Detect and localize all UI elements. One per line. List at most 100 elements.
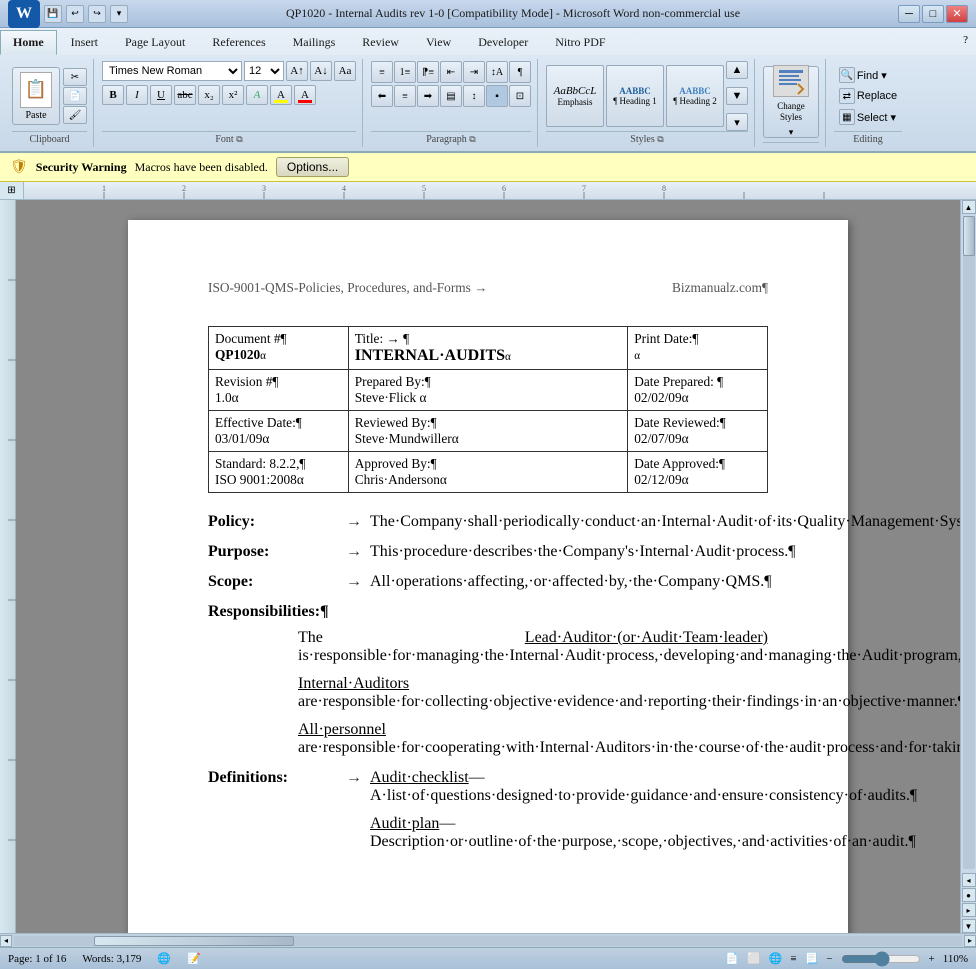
tab-references[interactable]: References <box>199 30 278 55</box>
paragraph-dialog-launcher[interactable]: ⧉ <box>469 134 475 144</box>
shrink-font-button[interactable]: A↓ <box>310 61 332 81</box>
minimize-button[interactable]: ─ <box>898 5 920 23</box>
numbering-button[interactable]: 1≡ <box>394 61 416 83</box>
tab-nitro[interactable]: Nitro PDF <box>542 30 618 55</box>
highlight-button[interactable]: A <box>270 85 292 105</box>
font-color-button[interactable]: A <box>294 85 316 105</box>
save-quick-btn[interactable]: 💾 <box>44 5 62 23</box>
superscript-button[interactable]: x² <box>222 85 244 105</box>
style-heading1-label: ¶ Heading 1 <box>613 96 657 106</box>
styles-scroll-up[interactable]: ▲ <box>726 61 748 79</box>
increase-indent-button[interactable]: ⇥ <box>463 61 485 83</box>
styles-scroll-down[interactable]: ▼ <box>726 87 748 105</box>
zoom-plus[interactable]: + <box>929 953 935 965</box>
select-button[interactable]: ▦ Select ▾ <box>835 107 901 127</box>
hscroll-left[interactable]: ◂ <box>0 935 12 947</box>
hscroll-thumb[interactable] <box>94 936 294 946</box>
bullets-button[interactable]: ≡ <box>371 61 393 83</box>
tab-insert[interactable]: Insert <box>58 30 111 55</box>
next-page-button[interactable]: ▸ <box>962 903 976 917</box>
horizontal-scrollbar[interactable]: ◂ ▸ <box>0 933 976 947</box>
maximize-button[interactable]: □ <box>922 5 944 23</box>
doc-info-table: Document #¶ QP1020α Title: → ¶ INTERNAL·… <box>208 326 768 493</box>
grow-font-button[interactable]: A↑ <box>286 61 308 81</box>
ribbon-content: 📋 Paste ✂ 📄 🖌 Clipboard Times <box>0 55 976 151</box>
multilevel-button[interactable]: ⁋≡ <box>417 61 439 83</box>
select-browse-button[interactable]: ● <box>962 888 976 902</box>
cut-button[interactable]: ✂ <box>63 68 87 86</box>
style-heading2[interactable]: AABBC ¶ Heading 2 <box>666 65 724 127</box>
text-effects-button[interactable]: A <box>246 85 268 105</box>
scroll-down-button[interactable]: ▼ <box>962 919 976 933</box>
align-right-button[interactable]: ➡ <box>417 85 439 107</box>
corner-button[interactable]: ⊞ <box>0 182 24 200</box>
justify-button[interactable]: ▤ <box>440 85 462 107</box>
view-web-btn[interactable]: 🌐 <box>769 952 783 965</box>
zoom-slider[interactable] <box>841 953 921 965</box>
show-marks-button[interactable]: ¶ <box>509 61 531 83</box>
document-page: ISO-9001-QMS-Policies, Procedures, and-F… <box>128 220 848 933</box>
paste-icon: 📋 <box>20 72 52 108</box>
font-dialog-launcher[interactable]: ⧉ <box>236 134 242 144</box>
align-left-button[interactable]: ⬅ <box>371 85 393 107</box>
style-emphasis[interactable]: AaBbCcL Emphasis <box>546 65 604 127</box>
view-draft-btn[interactable]: 📃 <box>805 952 819 965</box>
view-outline-btn[interactable]: ≡ <box>790 953 796 965</box>
tab-page-layout[interactable]: Page Layout <box>112 30 198 55</box>
align-center-button[interactable]: ≡ <box>394 85 416 107</box>
tab-home[interactable]: Home <box>0 30 57 55</box>
tab-developer[interactable]: Developer <box>465 30 541 55</box>
view-print-btn[interactable]: 📄 <box>725 952 739 965</box>
copy-button[interactable]: 📄 <box>63 87 87 105</box>
border-button[interactable]: ⊡ <box>509 85 531 107</box>
options-button[interactable]: Options... <box>276 157 349 177</box>
select-label: Select ▾ <box>857 111 896 124</box>
italic-button[interactable]: I <box>126 85 148 105</box>
change-case-button[interactable]: Aa <box>334 61 356 81</box>
scroll-thumb[interactable] <box>963 216 975 256</box>
format-painter-button[interactable]: 🖌 <box>63 106 87 124</box>
font-size-select[interactable]: 12 <box>244 61 284 81</box>
tab-review[interactable]: Review <box>349 30 412 55</box>
document-area[interactable]: ISO-9001-QMS-Policies, Procedures, and-F… <box>16 200 960 933</box>
vertical-scrollbar[interactable]: ▲ ◂ ● ▸ ▼ <box>960 200 976 933</box>
change-styles-label: ChangeStyles <box>777 101 805 123</box>
sort-button[interactable]: ↕A <box>486 61 508 83</box>
underline-button[interactable]: U <box>150 85 172 105</box>
strikethrough-button[interactable]: abc <box>174 85 196 105</box>
replace-button[interactable]: ⇄ Replace <box>835 86 901 106</box>
style-heading1[interactable]: AABBC ¶ Heading 1 <box>606 65 664 127</box>
prev-page-button[interactable]: ◂ <box>962 873 976 887</box>
scroll-track[interactable] <box>963 216 975 869</box>
track-changes-icon[interactable]: 📝 <box>187 952 201 965</box>
tab-mailings[interactable]: Mailings <box>280 30 349 55</box>
table-cell: Effective Date:¶03/01/09α <box>209 411 349 452</box>
paste-button[interactable]: 📋 Paste <box>12 67 60 125</box>
close-button[interactable]: ✕ <box>946 5 968 23</box>
find-button[interactable]: 🔍 Find ▾ <box>835 65 901 85</box>
subscript-button[interactable]: x₂ <box>198 85 220 105</box>
scroll-up-button[interactable]: ▲ <box>962 200 976 214</box>
editing-group-label: Editing <box>834 131 902 145</box>
hscroll-track[interactable] <box>14 936 962 946</box>
style-heading2-preview: AABBC <box>679 86 711 96</box>
tab-view[interactable]: View <box>413 30 464 55</box>
undo-quick-btn[interactable]: ↩ <box>66 5 84 23</box>
styles-dialog-launcher[interactable]: ⧉ <box>657 134 663 144</box>
zoom-minus[interactable]: − <box>826 953 832 965</box>
horizontal-ruler: 1 2 3 4 5 6 7 8 <box>24 182 976 200</box>
change-styles-button[interactable]: ChangeStyles ▾ <box>763 66 819 138</box>
definitions-arrow: → <box>346 769 362 861</box>
shading-button[interactable]: ▪ <box>486 85 508 107</box>
table-cell: Print Date:¶ α <box>628 327 768 370</box>
line-spacing-button[interactable]: ↕ <box>463 85 485 107</box>
customize-quick-btn[interactable]: ▾ <box>110 5 128 23</box>
font-name-select[interactable]: Times New Roman <box>102 61 242 81</box>
decrease-indent-button[interactable]: ⇤ <box>440 61 462 83</box>
redo-quick-btn[interactable]: ↪ <box>88 5 106 23</box>
view-fullscreen-btn[interactable]: ⬜ <box>747 952 761 965</box>
ribbon-help[interactable]: ? <box>955 30 976 55</box>
styles-more[interactable]: ▾ <box>726 113 748 131</box>
hscroll-right[interactable]: ▸ <box>964 935 976 947</box>
bold-button[interactable]: B <box>102 85 124 105</box>
